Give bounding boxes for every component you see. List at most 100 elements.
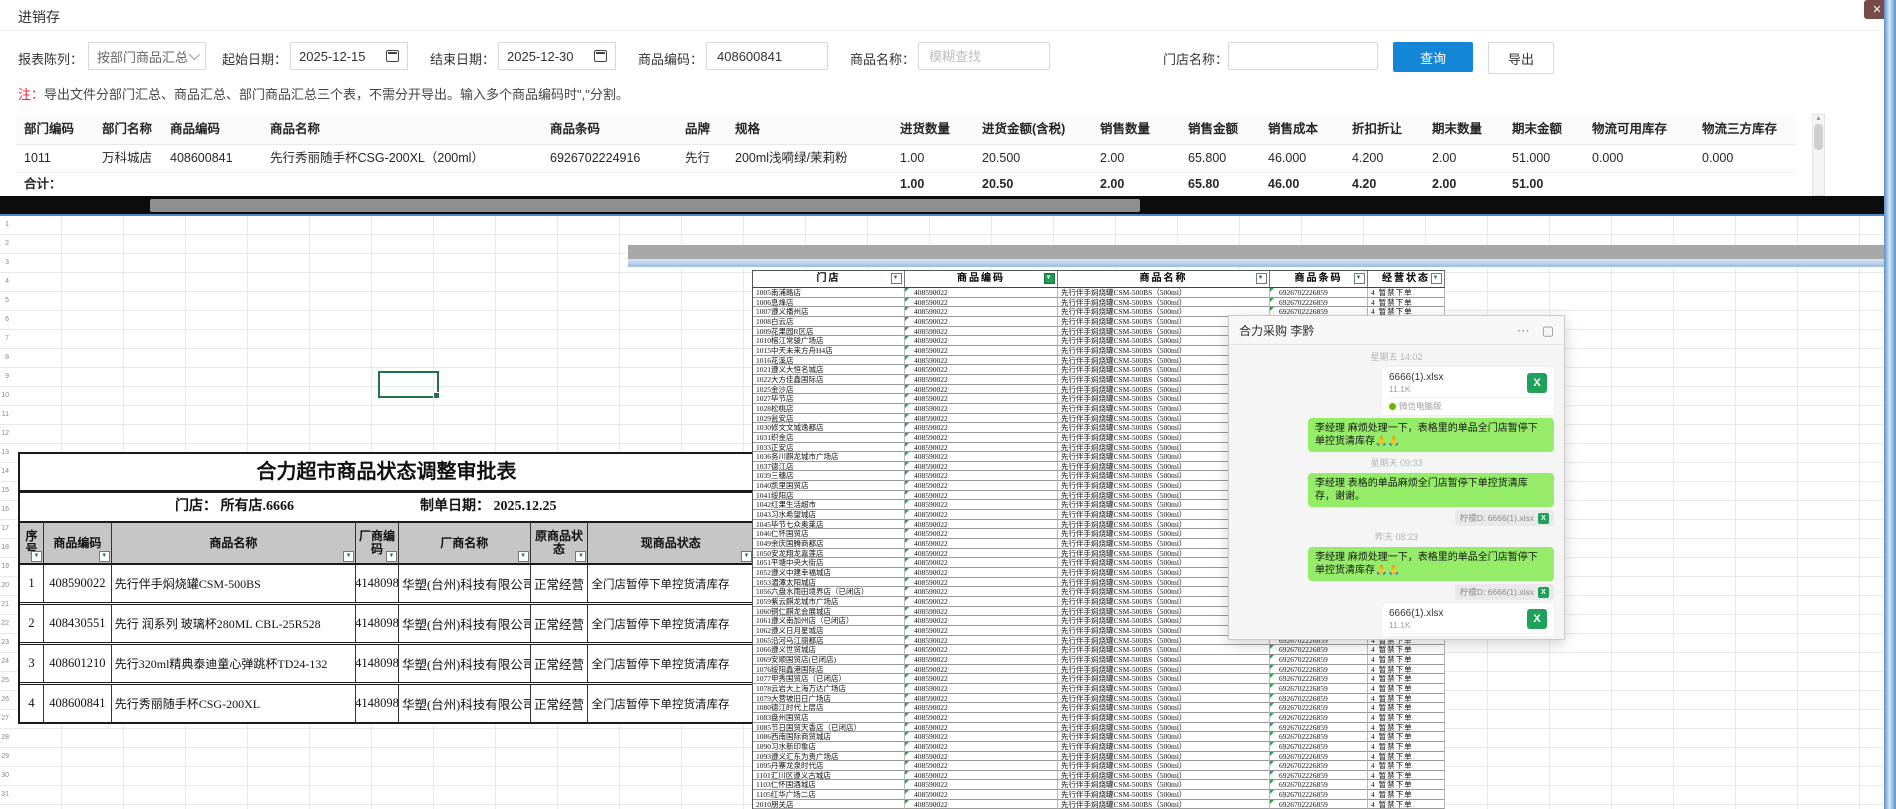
wechat-message-list[interactable]: 星期五 14:026666(1).xlsx11.1KX微信电脑版李经理 麻烦处理… <box>1229 345 1564 636</box>
row-number: 10 <box>0 392 9 399</box>
approval-form-date: 制单日期： 2025.12.25 <box>420 493 557 521</box>
store-cell: 1036务川麒龙城市广场店 <box>753 452 905 462</box>
store-cell: 先行伴手焖烧罐CSM-500BS（500ml） <box>1058 665 1270 675</box>
filter-dropdown-icon[interactable]: ▼ <box>343 551 354 562</box>
row-number: 11 <box>0 411 9 418</box>
query-button[interactable]: 查询 <box>1393 42 1473 72</box>
store-cell: 4 暂禁下单 <box>1368 742 1445 752</box>
scrollbar-thumb[interactable] <box>1814 124 1823 150</box>
approval-form-header-row: 序号▼商品编码▼商品名称▼厂商编码▼厂商名称▼原商品状态▼现商品状态▼ <box>20 523 753 565</box>
store-cell: 408590022 <box>905 365 1058 375</box>
product-code-input[interactable] <box>715 48 819 65</box>
filter-dropdown-icon[interactable]: ▼ <box>518 551 529 562</box>
store-cell: 1061遵义南加州店（已闭店） <box>753 616 905 626</box>
end-date-input[interactable]: 2025-12-30 <box>498 42 616 70</box>
store-cell: 408590022 <box>905 626 1058 636</box>
store-cell: 6926702226859 <box>1270 723 1368 733</box>
table-cell: 65.800 <box>1180 144 1260 173</box>
form-cell: 华塑(台州)科技有限公司 <box>399 645 531 682</box>
total-cell: 合计： <box>16 172 94 196</box>
product-name-field[interactable] <box>918 42 1050 70</box>
store-cell: 408590022 <box>905 732 1058 742</box>
store-cell: 1101汇川区遵义古城店 <box>753 771 905 781</box>
store-column-header: 商品条码▼ <box>1270 271 1368 287</box>
wechat-window[interactable]: 合力采购 李黔 ⋯ ▢ 星期五 14:026666(1).xlsx11.1KX微… <box>1228 315 1565 640</box>
row-number: 13 <box>0 449 9 456</box>
table-cell: 46.000 <box>1260 144 1344 173</box>
store-cell: 408590022 <box>905 500 1058 510</box>
store-cell: 先行伴手焖烧罐CSM-500BS（500ml） <box>1058 684 1270 694</box>
store-cell: 1051平塘中央大街店 <box>753 558 905 568</box>
report-type-select[interactable]: 按部门商品汇总 <box>88 42 206 70</box>
store-cell: 先行伴手焖烧罐CSM-500BS（500ml） <box>1058 655 1270 665</box>
store-cell: 408590022 <box>905 549 1058 559</box>
filter-dropdown-icon[interactable]: ▼ <box>891 273 902 284</box>
filter-dropdown-icon[interactable]: ▼ <box>1354 273 1365 284</box>
form-cell: 全门店暂停下单控货清库存 <box>588 605 753 642</box>
store-cell: 1041绥阳店 <box>753 491 905 501</box>
store-cell: 1069安顺国贸店(已闭店) <box>753 655 905 665</box>
store-cell: 408590022 <box>905 346 1058 356</box>
store-cell: 408590022 <box>905 404 1058 414</box>
filter-dropdown-icon[interactable]: ▼ <box>575 551 586 562</box>
store-cell: 6926702226859 <box>1270 800 1368 809</box>
store-row: 2010朋关店408590022先行伴手焖烧罐CSM-500BS（500ml）6… <box>753 800 1445 809</box>
quote-text: 柠檬D: 6666(1).xlsx <box>1460 512 1534 524</box>
end-date-value: 2025-12-30 <box>507 49 574 64</box>
store-name-input[interactable] <box>1237 48 1369 65</box>
store-cell: 1006息烽店 <box>753 298 905 308</box>
store-cell: 6926702226859 <box>1270 752 1368 762</box>
store-cell: 408590022 <box>905 752 1058 762</box>
store-cell: 6926702226859 <box>1270 780 1368 790</box>
store-cell: 6926702226859 <box>1270 742 1368 752</box>
store-cell: 408590022 <box>905 636 1058 646</box>
column-header: 进货数量 <box>892 114 974 145</box>
horizontal-scrollbar-thumb[interactable] <box>150 199 1140 212</box>
row-number: 1 <box>0 221 9 228</box>
form-cell: 华塑(台州)科技有限公司 <box>399 565 531 602</box>
export-button[interactable]: 导出 <box>1488 42 1554 74</box>
outgoing-message-bubble[interactable]: 李经理 麻烦处理一下，表格里的单品全门店暂停下单控货清库存🙏🙏 <box>1308 418 1554 452</box>
filter-dropdown-icon[interactable]: ▼ <box>1044 273 1055 284</box>
more-icon[interactable]: ⋯ <box>1517 324 1530 337</box>
scroll-up-icon[interactable]: ▲ <box>1815 115 1822 122</box>
table-cell: 408600841 <box>162 144 262 173</box>
filter-dropdown-icon[interactable]: ▼ <box>99 551 110 562</box>
product-code-field[interactable] <box>706 42 828 70</box>
wechat-titlebar[interactable]: 合力采购 李黔 ⋯ ▢ <box>1229 316 1564 345</box>
store-cell: 408590022 <box>905 414 1058 424</box>
store-cell: 1016花溪店 <box>753 356 905 366</box>
outgoing-message-bubble[interactable]: 李经理 麻烦处理一下，表格里的单品全门店暂停下单控货清库存🙏🙏 <box>1308 547 1554 581</box>
store-cell: 408590022 <box>905 742 1058 752</box>
page-title: 进销存 <box>18 7 60 27</box>
filter-dropdown-icon[interactable]: ▼ <box>1256 273 1267 284</box>
calendar-icon[interactable] <box>594 50 607 62</box>
store-cell: 先行伴手焖烧罐CSM-500BS（500ml） <box>1058 674 1270 684</box>
store-cell: 1049余庆国腾商都店 <box>753 539 905 549</box>
store-cell: 1021遵义大恒名城店 <box>753 365 905 375</box>
product-name-input[interactable] <box>927 48 1041 65</box>
filter-dropdown-icon[interactable]: ▼ <box>386 551 397 562</box>
file-message-card[interactable]: 6666(1).xlsx11.1KX微信电脑版 <box>1382 367 1554 415</box>
store-name-field[interactable] <box>1228 42 1378 70</box>
filter-dropdown-icon[interactable]: ▼ <box>31 551 42 562</box>
filter-dropdown-icon[interactable]: ▼ <box>741 551 752 562</box>
filter-dropdown-icon[interactable]: ▼ <box>1431 273 1442 284</box>
calendar-icon[interactable] <box>386 50 399 62</box>
vertical-scrollbar[interactable] <box>1884 0 1896 809</box>
table-cell: 万科城店 <box>94 144 162 173</box>
file-message-card[interactable]: 6666(1).xlsx11.1KX微信电脑版 <box>1382 603 1554 636</box>
store-cell: 1078云岩大上海万达广场店 <box>753 684 905 694</box>
window-icon[interactable]: ▢ <box>1542 324 1554 337</box>
start-date-input[interactable]: 2025-12-15 <box>290 42 408 70</box>
outgoing-message-bubble[interactable]: 李经理 表格的单品麻烦全门店暂停下单控货清库存，谢谢。 <box>1308 473 1554 507</box>
selected-cell[interactable] <box>378 371 439 398</box>
row-number: 5 <box>0 297 9 304</box>
quoted-file-reference[interactable]: 柠檬D: 6666(1).xlsxX <box>1455 584 1554 600</box>
store-cell: 6926702226859 <box>1270 288 1368 298</box>
report-table-scrollbar[interactable]: ▲ <box>1812 114 1825 196</box>
end-date-label: 结束日期： <box>430 49 495 68</box>
store-row: 1086西南国际商贸城店408590022先行伴手焖烧罐CSM-500BS（50… <box>753 732 1445 742</box>
quoted-file-reference[interactable]: 柠檬D: 6666(1).xlsxX <box>1455 510 1554 526</box>
store-cell: 1045毕节七众奥莱店 <box>753 520 905 530</box>
